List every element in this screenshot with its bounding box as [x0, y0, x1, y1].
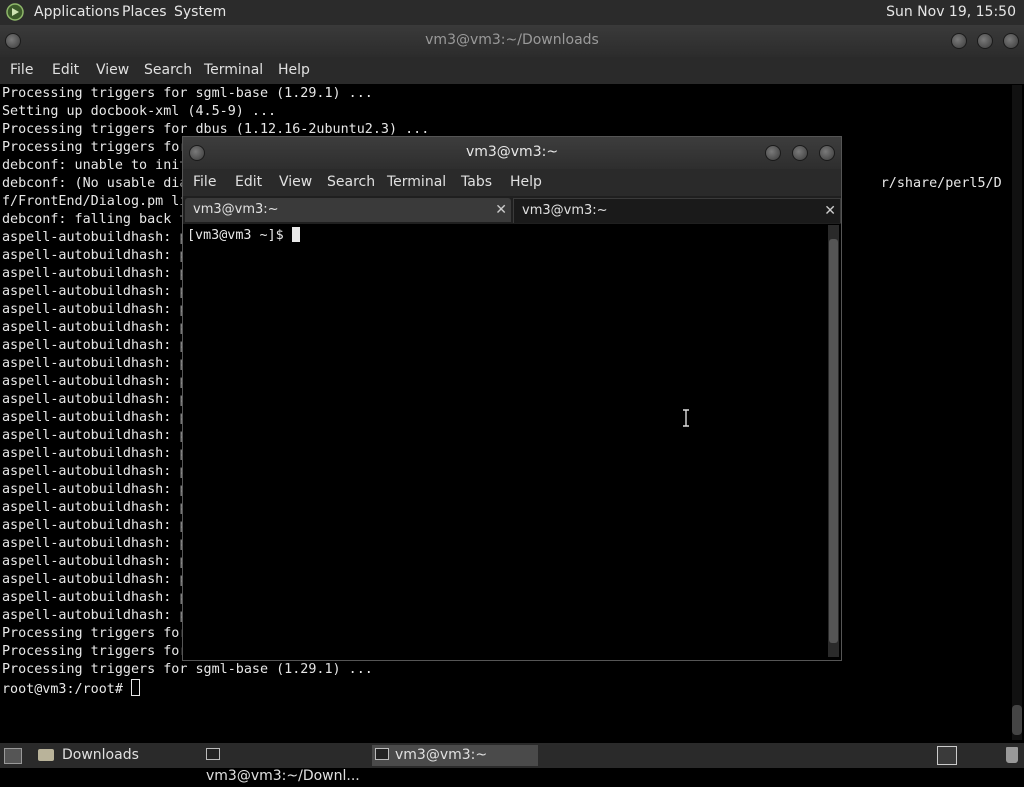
terminal-icon: [375, 748, 389, 760]
close-button[interactable]: [819, 145, 835, 161]
menu-system[interactable]: System: [174, 4, 226, 20]
clock[interactable]: Sun Nov 19, 15:50: [886, 4, 1016, 20]
output-line: Processing triggers for sgml-base (1.29.…: [2, 86, 373, 101]
tab-1[interactable]: vm3@vm3:~ ✕: [185, 198, 511, 222]
close-tab-icon[interactable]: ✕: [495, 198, 507, 222]
window-title: vm3@vm3:~/Downloads: [425, 32, 599, 48]
minimize-button[interactable]: [765, 145, 781, 161]
menu-places[interactable]: Places: [122, 4, 167, 20]
trash-icon[interactable]: [1006, 747, 1018, 763]
scrollbar-thumb[interactable]: [1012, 705, 1022, 735]
close-tab-icon[interactable]: ✕: [824, 199, 836, 223]
text-cursor: [131, 679, 140, 696]
folder-icon: [38, 749, 54, 761]
prompt-line: root@vm3:/root#: [2, 679, 1002, 699]
distro-logo-icon[interactable]: [6, 3, 24, 21]
shell-prompt: [vm3@vm3 ~]$: [187, 228, 292, 243]
tab-label: vm3@vm3:~: [522, 203, 608, 218]
menu-help[interactable]: Help: [510, 174, 542, 190]
scrollbar[interactable]: [1012, 85, 1022, 740]
ibeam-cursor-icon: [683, 409, 689, 427]
task-terminal-downloads[interactable]: vm3@vm3:~/Downl...: [206, 745, 368, 784]
terminal-icon: [206, 748, 220, 760]
window-menu-button[interactable]: [189, 145, 205, 161]
menu-view[interactable]: View: [96, 62, 129, 78]
tab-label: vm3@vm3:~: [193, 202, 279, 217]
menu-terminal[interactable]: Terminal: [204, 62, 263, 78]
window-titlebar[interactable]: vm3@vm3:~/Downloads: [0, 25, 1024, 57]
tab-bar: vm3@vm3:~ ✕ vm3@vm3:~ ✕: [183, 196, 841, 224]
menu-edit[interactable]: Edit: [52, 62, 79, 78]
taskbar: Downloads vm3@vm3:~/Downl... vm3@vm3:~: [0, 743, 1024, 784]
close-button[interactable]: [1003, 33, 1019, 49]
task-label: Downloads: [62, 747, 139, 763]
text-cursor: [291, 227, 300, 242]
terminal-window-home: vm3@vm3:~ File Edit View Search Terminal…: [182, 136, 842, 661]
minimize-button[interactable]: [951, 33, 967, 49]
menu-view[interactable]: View: [279, 174, 312, 190]
menu-search[interactable]: Search: [144, 62, 192, 78]
window-menu-button[interactable]: [5, 33, 21, 49]
output-line: Setting up docbook-xml (4.5-9) ...: [2, 104, 277, 119]
task-label: vm3@vm3:~: [395, 747, 488, 763]
task-terminal-home[interactable]: vm3@vm3:~: [372, 745, 538, 766]
tab-2[interactable]: vm3@vm3:~ ✕: [513, 198, 841, 223]
output-line: Processing triggers for sgml-base (1.29.…: [2, 662, 373, 677]
task-label: vm3@vm3:~/Downl...: [206, 768, 360, 784]
menu-terminal[interactable]: Terminal: [387, 174, 446, 190]
window-titlebar[interactable]: vm3@vm3:~: [183, 137, 841, 169]
menu-file[interactable]: File: [193, 174, 216, 190]
menu-tabs[interactable]: Tabs: [461, 174, 492, 190]
menubar: File Edit View Search Terminal Help: [0, 57, 1024, 84]
top-panel: Applications Places System Sun Nov 19, 1…: [0, 0, 1024, 25]
maximize-button[interactable]: [977, 33, 993, 49]
workspace-switcher[interactable]: [937, 746, 957, 765]
menubar: File Edit View Search Terminal Tabs Help: [183, 169, 841, 196]
menu-help[interactable]: Help: [278, 62, 310, 78]
show-desktop-icon[interactable]: [4, 748, 22, 764]
window-title: vm3@vm3:~: [465, 144, 559, 160]
menu-search[interactable]: Search: [327, 174, 375, 190]
maximize-button[interactable]: [792, 145, 808, 161]
task-downloads[interactable]: Downloads: [38, 745, 198, 766]
terminal-output[interactable]: [vm3@vm3 ~]$: [187, 227, 817, 647]
menu-edit[interactable]: Edit: [235, 174, 262, 190]
menu-file[interactable]: File: [10, 62, 33, 78]
menu-applications[interactable]: Applications: [34, 4, 120, 20]
scrollbar-thumb[interactable]: [829, 239, 838, 643]
shell-prompt: root@vm3:/root#: [2, 682, 131, 697]
